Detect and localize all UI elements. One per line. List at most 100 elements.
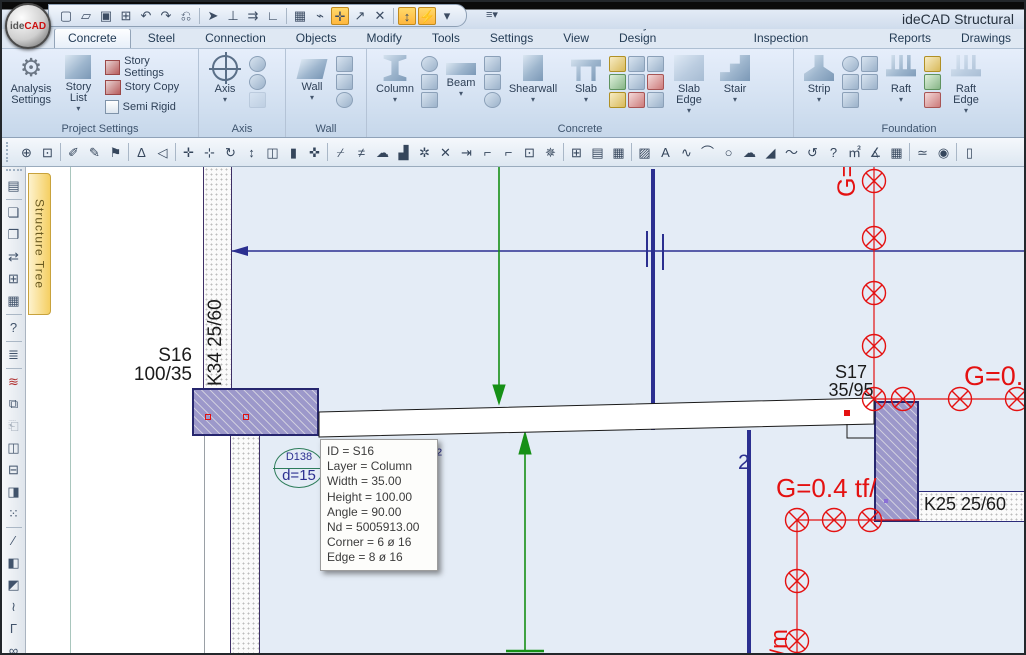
beam-button[interactable]: Beam ▾ (440, 52, 482, 122)
polygon-column-button[interactable] (421, 74, 438, 90)
revision-cloud[interactable]: ☁ (372, 142, 393, 163)
raft-axes-button[interactable] (924, 74, 941, 90)
rotate-object[interactable]: ↺ (802, 142, 823, 163)
select-pointer[interactable]: ➤ (204, 7, 222, 25)
column-capital-button[interactable] (421, 92, 438, 108)
pile-button[interactable] (842, 74, 859, 90)
story-copy-button[interactable]: Story Copy (105, 78, 190, 97)
story-copy[interactable]: ≋ (4, 371, 24, 393)
zoom-window[interactable]: ⊕ (16, 142, 37, 163)
extension-snap[interactable]: ↗ (351, 7, 369, 25)
query-object[interactable]: ? (4, 317, 24, 339)
divide[interactable]: ⇥ (456, 142, 477, 163)
region-select[interactable]: ⊡ (519, 142, 540, 163)
run-analysis[interactable]: ⚡ (418, 7, 436, 25)
properties-panel[interactable]: ▤ (4, 175, 24, 197)
structure-tree-tab[interactable]: Structure Tree (28, 173, 51, 315)
curved-beam-button[interactable] (484, 74, 501, 90)
trim-tool[interactable]: ∕ (4, 530, 24, 552)
table-select[interactable]: ▦ (4, 290, 24, 312)
chamfer[interactable]: ⌐ (498, 142, 519, 163)
shearwall-button[interactable]: Shearwall ▾ (503, 52, 563, 122)
spline[interactable]: ∿ (676, 142, 697, 163)
pencil-edit[interactable]: ✎ (84, 142, 105, 163)
query[interactable]: ? (823, 142, 844, 163)
slab-edge-button[interactable]: Slab Edge ▾ (666, 52, 712, 122)
wall-lower[interactable] (230, 436, 260, 654)
grid-toggle[interactable]: ▦ (608, 142, 629, 163)
polygon-snap[interactable]: ⌁ (311, 7, 329, 25)
perpendicular-snap[interactable]: ⊥ (224, 7, 242, 25)
chart-flag[interactable]: ▟ (393, 142, 414, 163)
slab-direction-button[interactable] (628, 56, 645, 72)
image-insert[interactable]: ▨ (634, 142, 655, 163)
zoom-extents[interactable]: ⊡ (37, 142, 58, 163)
side-toolbar-grip[interactable] (6, 169, 22, 171)
drawing-canvas[interactable]: S16100/35 K34 25/60 S1735/95 K25 25/60 G… (26, 167, 1024, 654)
paste-special[interactable]: ◫ (4, 437, 24, 459)
mm2-table[interactable]: ▦ (886, 142, 907, 163)
arc-beam-button[interactable] (484, 92, 501, 108)
column-s16[interactable] (192, 388, 319, 436)
open-file[interactable]: ▱ (77, 7, 95, 25)
tab-drawings[interactable]: Drawings (948, 29, 1024, 48)
circle[interactable]: ○ (718, 142, 739, 163)
stair-button[interactable]: Stair ▾ (714, 52, 756, 122)
tab-steel[interactable]: Steel (135, 29, 188, 48)
arc-wall-button[interactable] (336, 92, 353, 108)
story-settings-button[interactable]: Story Settings (105, 58, 190, 77)
qat-customize-icon[interactable]: ≡▾ (486, 8, 498, 21)
tab-objects[interactable]: Objects (283, 29, 350, 48)
corner-tool[interactable]: Γ (4, 618, 24, 640)
raft-button[interactable]: Raft ▾ (880, 52, 922, 122)
break-line[interactable]: ≀ (4, 596, 24, 618)
select-objects[interactable]: ❏ (4, 202, 24, 224)
tab-connection[interactable]: Connection (192, 29, 279, 48)
story-list-button[interactable]: Story List ▾ (58, 52, 99, 122)
raft-edge-button[interactable]: Raft Edge ▾ (943, 52, 989, 122)
break-point[interactable]: ✲ (414, 142, 435, 163)
arc-axis-3pt-button[interactable] (249, 74, 266, 90)
arc[interactable]: ⌒ (697, 142, 718, 163)
single-footing-button[interactable] (842, 56, 859, 72)
sketch-wand[interactable]: ✵ (540, 142, 561, 163)
tab-tools[interactable]: Tools (419, 29, 473, 48)
slab-fill-button[interactable] (628, 92, 645, 108)
explode[interactable]: ✕ (435, 142, 456, 163)
save-all[interactable]: ⊞ (117, 7, 135, 25)
strip-button[interactable]: Strip ▾ (798, 52, 840, 122)
freeform-line[interactable]: 〜 (781, 142, 802, 163)
run-analysis-arrow[interactable]: ▾ (438, 7, 456, 25)
section-view[interactable]: ◧ (4, 552, 24, 574)
slab-hatch-button[interactable] (628, 74, 645, 90)
book-view[interactable]: ▤ (587, 142, 608, 163)
ortho-corner[interactable]: ∟ (264, 7, 282, 25)
bell-pile-button[interactable] (861, 74, 878, 90)
slope-triangle[interactable]: ◢ (760, 142, 781, 163)
cloud[interactable]: ☁ (739, 142, 760, 163)
corner-beam-button[interactable] (484, 56, 501, 72)
partial-tool[interactable]: ▯ (959, 142, 980, 163)
display-options[interactable]: ∞ (4, 640, 24, 655)
arc-axis-button[interactable] (249, 56, 266, 72)
grid-snap[interactable]: ▦ (291, 7, 309, 25)
redo[interactable]: ↷ (157, 7, 175, 25)
parallel-snap[interactable]: ⇉ (244, 7, 262, 25)
move[interactable]: ✛ (178, 142, 199, 163)
text[interactable]: A (655, 142, 676, 163)
tab-concrete[interactable]: Concrete (54, 28, 131, 48)
object-offset[interactable]: ⊞ (4, 268, 24, 290)
node-snap[interactable]: ✛ (331, 7, 349, 25)
tab-modify[interactable]: Modify (353, 29, 414, 48)
vertical-dimension[interactable]: ↕ (398, 7, 416, 25)
corner-strip-button[interactable] (861, 56, 878, 72)
raft-strip-button[interactable] (924, 92, 941, 108)
slab-button[interactable]: Slab ▾ (565, 52, 607, 122)
pad-footing-button[interactable] (842, 92, 859, 108)
fillet[interactable]: ⌐ (477, 142, 498, 163)
circular-column-button[interactable] (421, 56, 438, 72)
slab-strip-button[interactable] (609, 92, 626, 108)
ribbed-slab-button[interactable] (609, 56, 626, 72)
waffle-slab-button[interactable] (647, 56, 664, 72)
slab-load-button[interactable] (647, 74, 664, 90)
